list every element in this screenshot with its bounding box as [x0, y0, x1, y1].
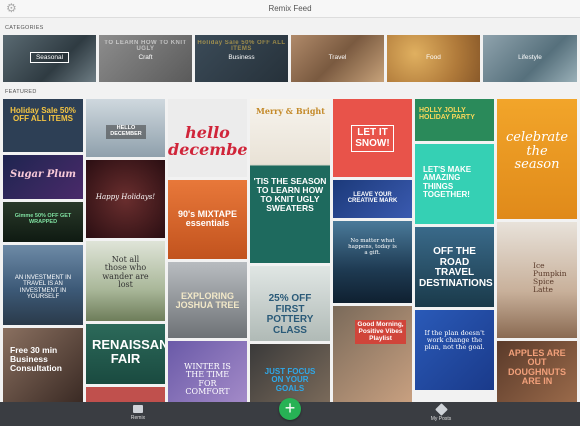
featured-tile[interactable]: Holiday Sale 50% OFF ALL ITEMS	[3, 99, 83, 152]
featured-tile[interactable]: RENAISSANCE FAIR	[86, 324, 165, 384]
top-bar: ⚙ Remix Feed	[0, 0, 580, 18]
add-button[interactable]: +	[279, 398, 301, 420]
category-food[interactable]: Food	[387, 35, 480, 82]
layers-icon	[434, 403, 448, 416]
featured-tile[interactable]: EXPLORING JOSHUA TREE	[168, 262, 247, 338]
featured-tile[interactable]: celebrate the season	[497, 99, 577, 219]
tab-label: Remix	[130, 415, 146, 421]
featured-tile[interactable]: LET'S MAKE AMAZING THINGS TOGETHER!	[415, 144, 494, 224]
categories-row: Seasonal TO LEARN HOW TO KNIT UGLY Craft…	[3, 35, 580, 82]
featured-tile[interactable]: OFF THE ROAD TRAVEL DESTINATIONS	[415, 227, 494, 307]
category-label: Lifestyle	[518, 54, 542, 61]
featured-tile[interactable]: Ice Pumpkin Spice Latte	[497, 222, 577, 338]
featured-tile[interactable]: Free 30 min Business Consultation	[3, 328, 83, 402]
featured-tile[interactable]: Sugar Plum	[3, 155, 83, 199]
category-label: Travel	[328, 54, 347, 61]
featured-tile[interactable]: Merry & Bright 'TIS THE SEASON TO LEARN …	[250, 99, 330, 263]
featured-tile[interactable]: Not all those who wander are lost	[86, 241, 165, 321]
category-overlay-text: TO LEARN HOW TO KNIT UGLY	[104, 40, 187, 52]
page-title: Remix Feed	[268, 4, 312, 13]
featured-tile[interactable]	[86, 387, 165, 402]
category-craft[interactable]: TO LEARN HOW TO KNIT UGLY Craft	[99, 35, 192, 82]
tab-label: My Posts	[430, 416, 452, 422]
category-lifestyle[interactable]: Lifestyle	[483, 35, 577, 82]
categories-label: CATEGORIES	[5, 25, 44, 31]
featured-tile[interactable]: 25% OFF FIRST POTTERY CLASS	[250, 266, 330, 341]
featured-tile[interactable]: HOLLY JOLLY HOLIDAY PARTY	[415, 99, 494, 141]
featured-tile[interactable]: Gimme 50% OFF GET WRAPPED	[3, 202, 83, 242]
tab-my-posts[interactable]: My Posts	[421, 403, 461, 422]
category-label: Seasonal	[29, 52, 70, 63]
featured-tile[interactable]: APPLES ARE OUT DOUGHNUTS ARE IN	[497, 341, 577, 402]
image-icon	[133, 405, 143, 413]
category-label: Business	[228, 54, 255, 61]
featured-tile[interactable]: 90's MIXTAPE essentials	[168, 180, 247, 259]
category-travel[interactable]: Travel	[291, 35, 384, 82]
featured-tile[interactable]: hello december	[168, 99, 247, 177]
featured-tile[interactable]: No matter what happens, today is a gift.	[333, 221, 412, 303]
featured-tile[interactable]: Good Morning, Positive Vibes Playlist	[333, 306, 412, 402]
featured-label: FEATURED	[5, 89, 37, 95]
featured-tile[interactable]: AN INVESTMENT IN TRAVEL IS AN INVESTMENT…	[3, 245, 83, 325]
featured-tile[interactable]: HELLO DECEMBER	[86, 99, 165, 157]
tab-remix[interactable]: Remix	[118, 404, 158, 421]
category-overlay-text: Holiday Sale 50% OFF ALL ITEMS	[197, 40, 286, 52]
featured-grid: Holiday Sale 50% OFF ALL ITEMS Sugar Plu…	[0, 97, 580, 402]
featured-tile[interactable]: WINTER IS THE TIME FOR COMFORT	[168, 341, 247, 402]
featured-tile[interactable]: Happy Holidays!	[86, 160, 165, 238]
featured-tile[interactable]: If the plan doesn't work change the plan…	[415, 310, 494, 390]
featured-tile[interactable]: LET IT SNOW!	[333, 99, 412, 177]
featured-tile[interactable]: LEAVE YOUR CREATIVE MARK	[333, 180, 412, 218]
category-business[interactable]: Holiday Sale 50% OFF ALL ITEMS Business	[195, 35, 288, 82]
featured-tile[interactable]: JUST FOCUS ON YOUR GOALS	[250, 344, 330, 402]
category-label: Craft	[138, 54, 153, 61]
category-label: Food	[426, 54, 441, 61]
category-seasonal[interactable]: Seasonal	[3, 35, 96, 82]
